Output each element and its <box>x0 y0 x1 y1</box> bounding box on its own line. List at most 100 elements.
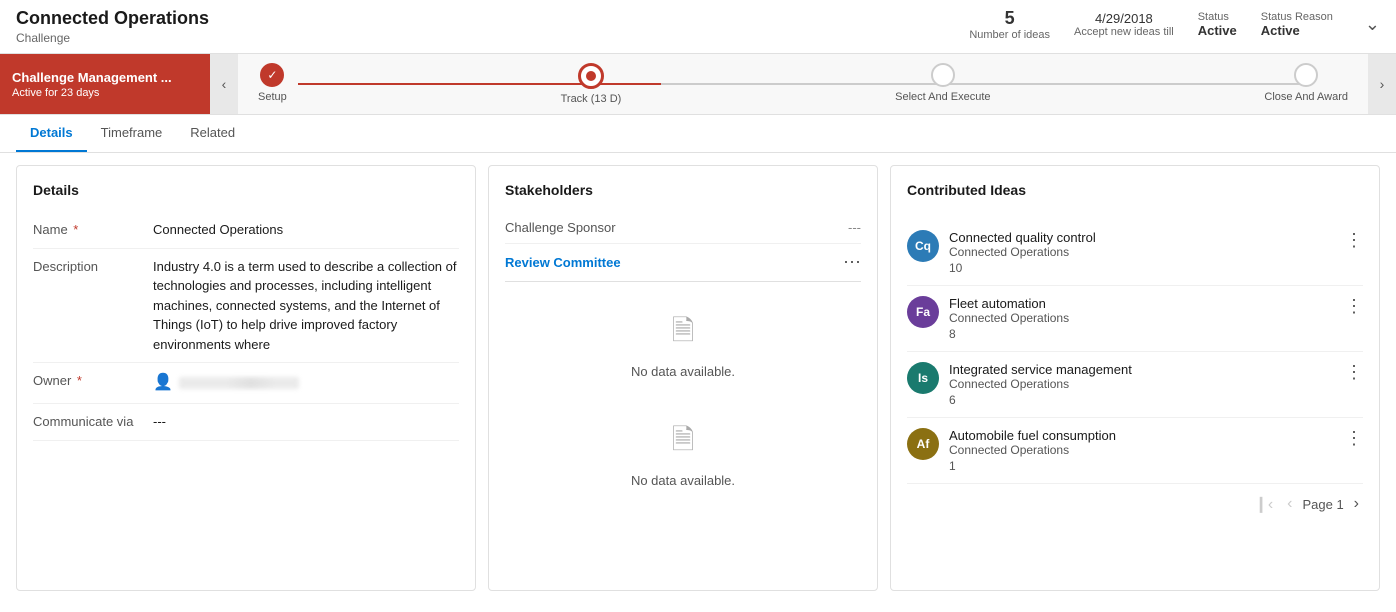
header-right: 5 Number of ideas 4/29/2018 Accept new i… <box>969 8 1380 41</box>
page-header: Connected Operations Challenge 5 Number … <box>0 0 1396 54</box>
no-data-icon-1: 🗎 <box>672 310 695 358</box>
field-communicate-value: --- <box>153 412 459 432</box>
idea-title-1: Fleet automation <box>949 296 1335 311</box>
idea-menu-3[interactable]: ⋮ <box>1345 428 1363 449</box>
field-owner-value: 👤 <box>153 371 459 395</box>
step-label-track: Track (13 D) <box>561 93 622 105</box>
page-label: Page 1 <box>1302 497 1343 512</box>
sponsor-label: Challenge Sponsor <box>505 220 616 235</box>
no-data-text-1: No data available. <box>631 364 735 379</box>
step-circle-setup: ✓ <box>260 63 284 87</box>
idea-item-3: Af Automobile fuel consumption Connected… <box>907 418 1363 484</box>
owner-avatar-icon: 👤 <box>153 371 173 395</box>
idea-menu-0[interactable]: ⋮ <box>1345 230 1363 251</box>
header-status: Status Active <box>1198 11 1237 38</box>
challenge-badge: Challenge Management ... Active for 23 d… <box>0 54 210 114</box>
steps-list: ✓ Setup Track (13 D) Select And Execute … <box>258 63 1348 105</box>
idea-info-0: Connected quality control Connected Oper… <box>949 230 1335 275</box>
ideas-title: Contributed Ideas <box>907 182 1026 198</box>
pagination: ❙‹ ‹ Page 1 › <box>907 484 1363 516</box>
step-setup: ✓ Setup <box>258 63 287 105</box>
step-label-setup: Setup <box>258 91 287 103</box>
field-description-value: Industry 4.0 is a term used to describe … <box>153 257 459 355</box>
step-track: Track (13 D) <box>561 63 622 105</box>
idea-org-0: Connected Operations <box>949 245 1335 259</box>
review-committee-label: Review Committee <box>505 255 621 270</box>
idea-avatar-3: Af <box>907 428 939 460</box>
badge-subtitle: Active for 23 days <box>12 87 198 99</box>
step-circle-close <box>1294 63 1318 87</box>
step-label-select: Select And Execute <box>895 91 990 103</box>
step-circle-track <box>578 63 604 89</box>
idea-avatar-2: Is <box>907 362 939 394</box>
idea-menu-2[interactable]: ⋮ <box>1345 362 1363 383</box>
idea-item-2: Is Integrated service management Connect… <box>907 352 1363 418</box>
sponsor-row: Challenge Sponsor --- <box>505 212 861 244</box>
page-first-button[interactable]: ❙‹ <box>1250 492 1277 516</box>
progress-section: Challenge Management ... Active for 23 d… <box>0 54 1396 115</box>
tab-timeframe[interactable]: Timeframe <box>87 115 177 152</box>
field-owner-label: Owner * <box>33 371 153 388</box>
step-select: Select And Execute <box>895 63 990 105</box>
idea-org-3: Connected Operations <box>949 443 1335 457</box>
ideas-panel: Contributed Ideas Cq Connected quality c… <box>890 165 1380 591</box>
page-subtitle: Challenge <box>16 31 969 45</box>
review-committee-no-data: 🗎 No data available. <box>505 290 861 399</box>
header-left: Connected Operations Challenge <box>16 8 969 45</box>
owner-row: 👤 <box>153 371 459 395</box>
header-status-reason: Status Reason Active <box>1261 11 1333 38</box>
idea-count-0: 10 <box>949 261 1335 275</box>
badge-title: Challenge Management ... <box>12 70 198 85</box>
sponsor-value: --- <box>848 220 861 235</box>
stakeholders-no-data: 🗎 No data available. <box>505 399 861 508</box>
step-close: Close And Award <box>1264 63 1348 105</box>
idea-title-2: Integrated service management <box>949 362 1335 377</box>
details-panel: Details Name * Connected Operations Desc… <box>16 165 476 591</box>
no-data-text-2: No data available. <box>631 473 735 488</box>
field-owner: Owner * 👤 <box>33 363 459 404</box>
header-chevron-icon[interactable]: ⌄ <box>1365 14 1380 35</box>
stakeholders-title: Stakeholders <box>505 182 861 198</box>
progress-right-button[interactable]: › <box>1368 54 1396 114</box>
progress-left-button[interactable]: ‹ <box>210 54 238 114</box>
field-name-label: Name * <box>33 220 153 237</box>
idea-item-0: Cq Connected quality control Connected O… <box>907 220 1363 286</box>
tabs-bar: Details Timeframe Related <box>0 115 1396 153</box>
page-title: Connected Operations <box>16 8 969 29</box>
tab-details[interactable]: Details <box>16 115 87 152</box>
field-description: Description Industry 4.0 is a term used … <box>33 249 459 364</box>
stakeholders-panel: Stakeholders Challenge Sponsor --- Revie… <box>488 165 878 591</box>
idea-item-1: Fa Fleet automation Connected Operations… <box>907 286 1363 352</box>
idea-info-2: Integrated service management Connected … <box>949 362 1335 407</box>
idea-info-1: Fleet automation Connected Operations 8 <box>949 296 1335 341</box>
header-ideas-count: 5 Number of ideas <box>969 8 1050 41</box>
field-description-label: Description <box>33 257 153 274</box>
step-label-close: Close And Award <box>1264 91 1348 103</box>
page-next-button[interactable]: › <box>1350 493 1363 515</box>
idea-avatar-1: Fa <box>907 296 939 328</box>
ideas-header: Contributed Ideas <box>907 182 1363 212</box>
field-name: Name * Connected Operations <box>33 212 459 249</box>
name-required: * <box>70 222 79 237</box>
step-circle-select <box>931 63 955 87</box>
idea-menu-1[interactable]: ⋮ <box>1345 296 1363 317</box>
no-data-icon-2: 🗎 <box>672 419 695 467</box>
idea-title-0: Connected quality control <box>949 230 1335 245</box>
field-name-value: Connected Operations <box>153 220 459 240</box>
review-committee-menu[interactable]: ⋯ <box>843 252 861 273</box>
idea-title-3: Automobile fuel consumption <box>949 428 1335 443</box>
details-title: Details <box>33 182 459 198</box>
header-accept-date: 4/29/2018 Accept new ideas till <box>1074 11 1174 38</box>
owner-name-blurred <box>179 377 299 389</box>
idea-count-2: 6 <box>949 393 1335 407</box>
tab-related[interactable]: Related <box>176 115 249 152</box>
idea-count-3: 1 <box>949 459 1335 473</box>
review-committee-row: Review Committee ⋯ <box>505 244 861 282</box>
owner-required: * <box>73 373 82 388</box>
idea-avatar-0: Cq <box>907 230 939 262</box>
idea-count-1: 8 <box>949 327 1335 341</box>
page-prev-button[interactable]: ‹ <box>1283 493 1296 515</box>
field-communicate: Communicate via --- <box>33 404 459 441</box>
idea-org-2: Connected Operations <box>949 377 1335 391</box>
idea-info-3: Automobile fuel consumption Connected Op… <box>949 428 1335 473</box>
